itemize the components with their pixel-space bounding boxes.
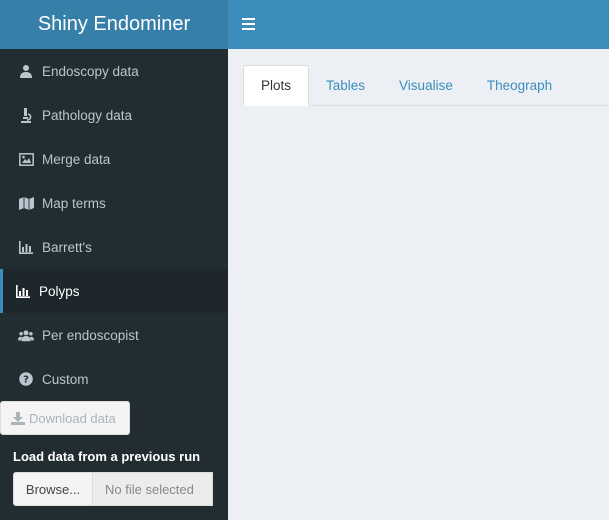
load-data-label: Load data from a previous run [13, 449, 201, 464]
question-circle-icon: ? [18, 371, 34, 387]
image-merge-icon [18, 151, 34, 167]
sidebar-item-label: Map terms [42, 195, 106, 211]
sidebar-toggle-icon[interactable] [242, 15, 256, 33]
sidebar-item-label: Per endoscopist [42, 327, 139, 343]
sidebar-item-per-endoscopist[interactable]: Per endoscopist [0, 313, 228, 357]
sidebar-item-label: Endoscopy data [42, 63, 139, 79]
sidebar-item-label: Custom [42, 371, 89, 387]
sidebar: Endoscopy data Pathology data Merge data… [0, 49, 228, 520]
tab-theograph[interactable]: Theograph [470, 65, 569, 105]
app-title[interactable]: Shiny Endominer [0, 0, 228, 49]
download-data-label: Download data [29, 410, 116, 426]
browse-button[interactable]: Browse... [13, 472, 93, 506]
sidebar-item-polyps[interactable]: Polyps [0, 269, 228, 313]
file-upload: Browse... No file selected [13, 472, 213, 506]
sidebar-item-map-terms[interactable]: Map terms [0, 181, 228, 225]
top-navbar [228, 0, 609, 49]
sidebar-item-label: Barrett's [42, 239, 92, 255]
users-icon [18, 327, 34, 343]
bar-chart-icon [15, 283, 31, 299]
sidebar-item-merge-data[interactable]: Merge data [0, 137, 228, 181]
svg-text:?: ? [23, 375, 29, 386]
sidebar-item-barretts[interactable]: Barrett's [0, 225, 228, 269]
tab-plots[interactable]: Plots [243, 65, 310, 106]
file-name-field[interactable]: No file selected [93, 472, 213, 506]
sidebar-item-label: Pathology data [42, 107, 133, 123]
download-icon [11, 411, 25, 425]
download-data-button[interactable]: Download data [0, 401, 130, 435]
sidebar-item-pathology-data[interactable]: Pathology data [0, 93, 228, 137]
tab-bar: Plots Tables Visualise Theograph [243, 65, 609, 106]
sidebar-item-endoscopy-data[interactable]: Endoscopy data [0, 49, 228, 93]
microscope-icon [18, 107, 34, 123]
sidebar-item-label: Merge data [42, 151, 111, 167]
tab-tables[interactable]: Tables [309, 65, 382, 105]
bar-chart-icon [18, 239, 34, 255]
map-icon [18, 195, 34, 211]
sidebar-item-custom[interactable]: ? Custom [0, 357, 228, 401]
user-doctor-icon [18, 63, 34, 79]
tab-visualise[interactable]: Visualise [382, 65, 470, 105]
sidebar-item-label: Polyps [39, 283, 80, 299]
